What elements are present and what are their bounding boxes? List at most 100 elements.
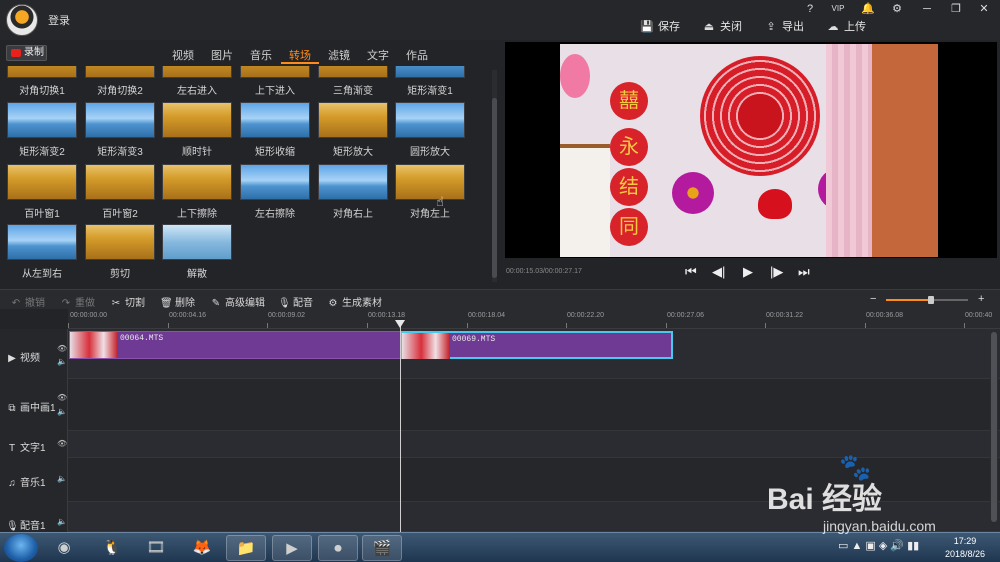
- upload-button[interactable]: ☁ 上传: [826, 18, 867, 34]
- transition-thumb[interactable]: [162, 66, 232, 78]
- music-icon: ♫: [8, 478, 16, 489]
- eye-icon[interactable]: 👁: [57, 344, 67, 353]
- gallery-scrollbar-thumb[interactable]: [492, 98, 497, 278]
- help-icon[interactable]: ?: [800, 2, 820, 16]
- export-icon: ⇪: [766, 21, 776, 33]
- step-forward-button[interactable]: |▶: [770, 264, 783, 280]
- video-clip[interactable]: 00064.MTS: [69, 331, 401, 359]
- skip-end-button[interactable]: ⏭: [798, 264, 810, 280]
- speaker-icon[interactable]: 🔈: [57, 407, 67, 416]
- editor-app-icon[interactable]: 🎬: [362, 535, 402, 561]
- transition-thumb[interactable]: [318, 66, 388, 78]
- maximize-button[interactable]: ❐: [946, 2, 966, 16]
- eye-icon[interactable]: 👁: [57, 393, 67, 402]
- tab-video[interactable]: 视频: [172, 47, 194, 63]
- gallery-scrollbar[interactable]: [492, 70, 497, 282]
- login-link[interactable]: 登录: [48, 12, 70, 28]
- transition-label: 上下进入: [255, 86, 295, 97]
- undo-button[interactable]: ↶ 撤销: [10, 294, 45, 309]
- transition-thumb[interactable]: [395, 66, 465, 78]
- record-app-icon[interactable]: ⏺: [318, 535, 358, 561]
- folder-icon[interactable]: 📁: [226, 535, 266, 561]
- skip-start-button[interactable]: ⏮: [685, 264, 697, 280]
- transition-thumb[interactable]: [395, 164, 465, 200]
- clip-name: 00064.MTS: [120, 334, 164, 343]
- transition-thumb[interactable]: [162, 164, 232, 200]
- qq-icon[interactable]: 🐧: [92, 535, 132, 561]
- avatar[interactable]: [6, 4, 38, 36]
- transition-thumb[interactable]: [318, 164, 388, 200]
- playhead[interactable]: [395, 320, 405, 532]
- zoom-slider-handle[interactable]: [928, 296, 935, 304]
- zoom-in-button[interactable]: +: [978, 293, 984, 305]
- close-button[interactable]: ✕: [974, 2, 994, 16]
- transition-thumb[interactable]: [85, 164, 155, 200]
- transition-thumb[interactable]: [7, 224, 77, 260]
- redo-button[interactable]: ↷ 重做: [60, 294, 95, 309]
- transition-thumb[interactable]: [318, 102, 388, 138]
- close-file-button[interactable]: ⏏ 关闭: [702, 18, 742, 34]
- 360-icon[interactable]: ◉: [44, 535, 84, 561]
- tab-works[interactable]: 作品: [406, 47, 428, 63]
- play-button[interactable]: ▶: [743, 264, 753, 280]
- transition-thumb[interactable]: [85, 102, 155, 138]
- timeline-ruler[interactable]: 00:00:00.00 00:00:04.16 00:00:09.02 00:0…: [68, 309, 1000, 329]
- zoom-out-button[interactable]: −: [870, 293, 876, 305]
- tab-music[interactable]: 音乐: [250, 47, 272, 63]
- transition-thumb[interactable]: [162, 102, 232, 138]
- couplet-decoration: 结: [610, 168, 648, 206]
- firefox-icon[interactable]: 🦊: [182, 535, 222, 561]
- transition-thumb[interactable]: [7, 66, 77, 78]
- windows-start-icon[interactable]: [4, 534, 38, 562]
- record-button[interactable]: 录制: [6, 45, 47, 61]
- timeline-scrollbar-thumb[interactable]: [991, 332, 997, 522]
- transition-gallery: 对角切换1 对角切换2 左右进入 上下进入 三角渐变 矩形渐变1 矩形渐变2 矩…: [0, 66, 498, 284]
- transition-thumb[interactable]: [240, 164, 310, 200]
- dub-button[interactable]: 🎙 配音: [278, 294, 313, 309]
- transition-thumb[interactable]: [162, 224, 232, 260]
- transition-label: 左右擦除: [255, 209, 295, 220]
- transition-thumb[interactable]: [395, 102, 465, 138]
- gear-icon[interactable]: ⚙: [887, 2, 907, 16]
- save-button[interactable]: 💾 保存: [640, 18, 680, 34]
- timeline-scrollbar[interactable]: [990, 332, 998, 530]
- advanced-edit-button[interactable]: ✎ 高级编辑: [210, 294, 265, 309]
- vip-icon[interactable]: VIP: [828, 2, 848, 16]
- tab-filter[interactable]: 滤镜: [328, 47, 350, 63]
- tab-image[interactable]: 图片: [211, 47, 233, 63]
- bell-icon[interactable]: 🔔: [858, 2, 878, 16]
- edit-toolbar: ↶ 撤销 ↷ 重做 ✂ 切割 🗑 删除 ✎ 高级编辑 🎙 配音 ⚙ 生成素材 − +: [0, 289, 1000, 309]
- split-button[interactable]: ✂ 切割: [110, 294, 145, 309]
- tab-transition[interactable]: 转场: [289, 47, 311, 63]
- video-app-icon[interactable]: ▶: [272, 535, 312, 561]
- transition-thumb[interactable]: [240, 66, 310, 78]
- transition-thumb[interactable]: [7, 164, 77, 200]
- video-clip-selected[interactable]: 00069.MTS: [400, 331, 673, 359]
- preview-time: 00:00:15.03/00:00:27.17: [506, 268, 582, 275]
- delete-button[interactable]: 🗑 删除: [160, 294, 195, 309]
- speaker-icon[interactable]: 🔈: [57, 474, 67, 483]
- step-back-button[interactable]: ◀|: [712, 264, 725, 280]
- export-button[interactable]: ⇪ 导出: [764, 18, 804, 34]
- generate-material-button[interactable]: ⚙ 生成素材: [327, 294, 382, 309]
- transition-label: 从左到右: [22, 269, 62, 280]
- transition-thumb[interactable]: [240, 102, 310, 138]
- clock[interactable]: 17:29 2018/8/26: [940, 535, 990, 561]
- minimize-button[interactable]: ─: [917, 2, 937, 16]
- zoom-slider[interactable]: [886, 296, 968, 304]
- speaker-icon[interactable]: 🔈: [57, 357, 67, 366]
- transition-thumb[interactable]: [85, 66, 155, 78]
- speaker-icon[interactable]: 🔈: [57, 517, 67, 526]
- tab-text[interactable]: 文字: [367, 47, 389, 63]
- ruler-label: 00:00:18.04: [468, 312, 505, 319]
- preview-frame: 囍 永 结 同: [560, 44, 938, 257]
- system-tray[interactable]: ▭ ▲ ▣ ◈ 🔊 ▮▮: [838, 539, 919, 552]
- transition-label: 圆形放大: [410, 147, 450, 158]
- eye-icon[interactable]: 👁: [57, 439, 67, 448]
- transition-thumb[interactable]: [85, 224, 155, 260]
- transition-thumb[interactable]: [7, 102, 77, 138]
- transition-label: 百叶窗2: [102, 209, 138, 220]
- media-player-icon[interactable]: 🎞: [136, 535, 176, 561]
- transition-label: 对角切换2: [97, 86, 143, 97]
- undo-icon: ↶: [11, 298, 21, 309]
